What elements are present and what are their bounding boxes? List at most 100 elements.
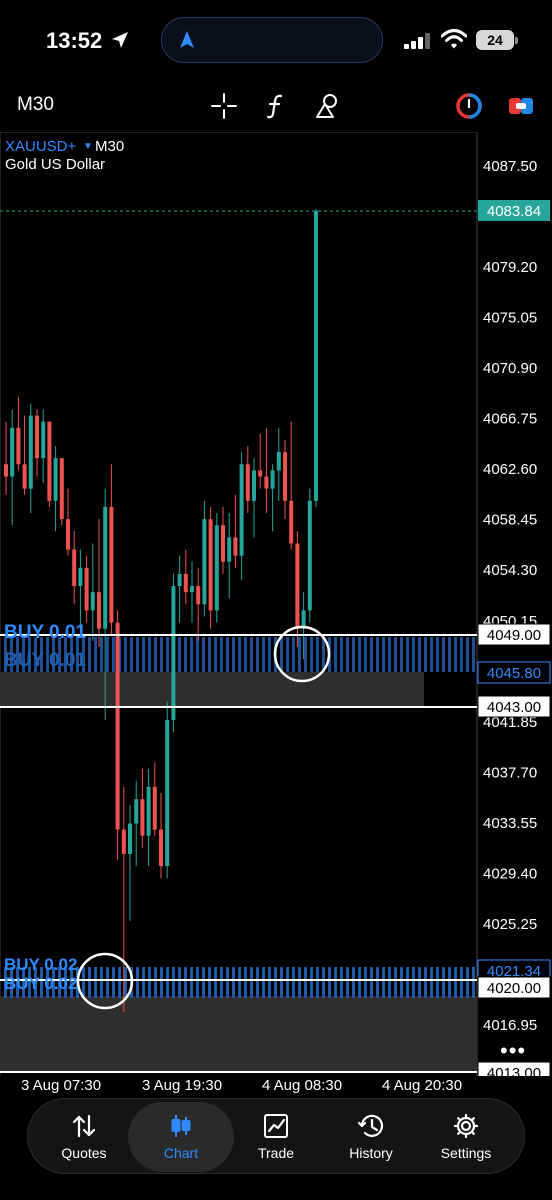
- history-clock-icon: [357, 1114, 384, 1137]
- price-axis: 4087.50 4079.20 4075.05 4070.90 4066.75 4062.…: [483, 158, 537, 1034]
- timeframe-button[interactable]: M30: [17, 94, 54, 116]
- price-axis-label: 4058.45: [483, 512, 537, 529]
- level-text-4043: 4043.00: [487, 699, 541, 716]
- chart-canvas[interactable]: BUY 0.01 BUY 0.01 BUY 0.02 BUY 0.02 4087…: [0, 132, 552, 1076]
- order-band-stripe: [418, 967, 421, 998]
- order-band-stripe: [154, 967, 157, 998]
- candle-body: [171, 586, 176, 720]
- order-band-stripe: [442, 637, 445, 672]
- candle-body: [146, 786, 151, 836]
- order-band-stripe: [160, 967, 163, 998]
- price-axis-label: 4066.75: [483, 411, 537, 428]
- candle-body: [314, 211, 318, 501]
- more-options-icon[interactable]: •••: [500, 1040, 526, 1062]
- one-click-trading-icon[interactable]: [455, 92, 483, 120]
- candle-body: [109, 506, 114, 623]
- order-band-stripe: [274, 967, 277, 998]
- order-band-stripe: [268, 637, 271, 672]
- price-chart[interactable]: BUY 0.01 BUY 0.01 BUY 0.02 BUY 0.02 4087…: [0, 132, 552, 1076]
- order-band-stripe: [148, 967, 151, 998]
- order-band-stripe: [148, 637, 151, 672]
- tab-history[interactable]: History: [323, 1099, 419, 1175]
- order-band-stripe: [244, 637, 247, 672]
- order-band-stripe: [406, 967, 409, 998]
- candle-body: [103, 506, 108, 629]
- symbol-name[interactable]: XAUUSD+: [5, 138, 76, 155]
- price-axis-label: 4054.30: [483, 562, 537, 579]
- order-band-stripe: [334, 967, 337, 998]
- crosshair-icon[interactable]: [210, 92, 238, 120]
- tab-settings[interactable]: Settings: [418, 1099, 514, 1175]
- order-label-2[interactable]: BUY 0.02: [4, 955, 77, 974]
- order-band-stripe: [280, 967, 283, 998]
- order-band-stripe: [358, 967, 361, 998]
- order-band-stripe: [220, 967, 223, 998]
- order-band-stripe: [472, 637, 475, 672]
- tab-quotes[interactable]: Quotes: [36, 1099, 132, 1175]
- order-band-stripe: [214, 637, 217, 672]
- order-band-stripe: [142, 967, 145, 998]
- order-band-stripe: [430, 967, 433, 998]
- order-band-stripe: [220, 637, 223, 672]
- order-band-stripe: [334, 637, 337, 672]
- order-band-stripe: [184, 967, 187, 998]
- tab-chart[interactable]: Chart: [133, 1099, 229, 1175]
- candle-body: [307, 500, 312, 611]
- candle-body: [41, 421, 46, 459]
- order-band-stripe: [364, 967, 367, 998]
- candle-body: [239, 464, 244, 556]
- order-band-stripe: [400, 967, 403, 998]
- order-band-stripe: [136, 967, 139, 998]
- candle-body: [208, 519, 213, 611]
- order-band-stripe: [100, 967, 103, 998]
- price-axis-label: 4070.90: [483, 360, 537, 377]
- symbol-dropdown-caret-icon[interactable]: ▼: [83, 141, 93, 152]
- price-axis-label: 4016.95: [483, 1017, 537, 1034]
- candle-body: [66, 519, 70, 550]
- order-band-stripe: [244, 967, 247, 998]
- candle-body: [264, 476, 269, 489]
- order-band-stripe: [340, 967, 343, 998]
- order-band-stripe: [448, 967, 451, 998]
- order-label-2-shadow: BUY 0.02: [4, 974, 77, 993]
- candle-body: [140, 799, 145, 836]
- order-band-stripe: [280, 637, 283, 672]
- order-band-stripe: [82, 967, 85, 998]
- buy-sell-toggle-icon[interactable]: [507, 92, 535, 120]
- time-label: 3 Aug 07:30: [21, 1077, 102, 1094]
- candle-body: [165, 719, 170, 867]
- order-band-stripe: [124, 637, 127, 672]
- candle-body: [289, 500, 294, 544]
- candle-body: [152, 786, 157, 830]
- order-band-stripe: [352, 637, 355, 672]
- order-band-stripe: [340, 637, 343, 672]
- order-label-1[interactable]: BUY 0.01: [4, 622, 86, 643]
- order-band-stripe: [166, 637, 169, 672]
- order-band-stripe: [406, 637, 409, 672]
- order-band-stripe: [226, 637, 229, 672]
- objects-shapes-icon[interactable]: [314, 92, 342, 120]
- candle-body: [10, 427, 15, 477]
- tab-trade-label: Trade: [257, 1145, 295, 1161]
- order-band-stripe: [238, 967, 241, 998]
- tab-settings-label: Settings: [440, 1145, 492, 1161]
- order-band-stripe: [376, 637, 379, 672]
- price-axis-label: 4079.20: [483, 259, 537, 276]
- indicators-function-icon[interactable]: [262, 92, 290, 120]
- candle-body: [196, 586, 201, 605]
- dynamic-island[interactable]: [161, 17, 383, 63]
- order-zone-2: [0, 996, 477, 1072]
- tab-trade[interactable]: Trade: [228, 1099, 324, 1175]
- order-zone-1: [0, 672, 424, 707]
- order-band-stripe: [454, 637, 457, 672]
- order-band-stripe: [166, 967, 169, 998]
- candle-body: [134, 799, 139, 824]
- order-band-stripe: [112, 967, 115, 998]
- candle-body: [270, 470, 275, 489]
- order-band-stripe: [328, 967, 331, 998]
- order-band-stripe: [298, 637, 301, 672]
- order-band-stripe: [160, 637, 163, 672]
- order-band-stripe: [286, 967, 289, 998]
- candle-body: [202, 519, 207, 605]
- candle-body: [16, 427, 21, 465]
